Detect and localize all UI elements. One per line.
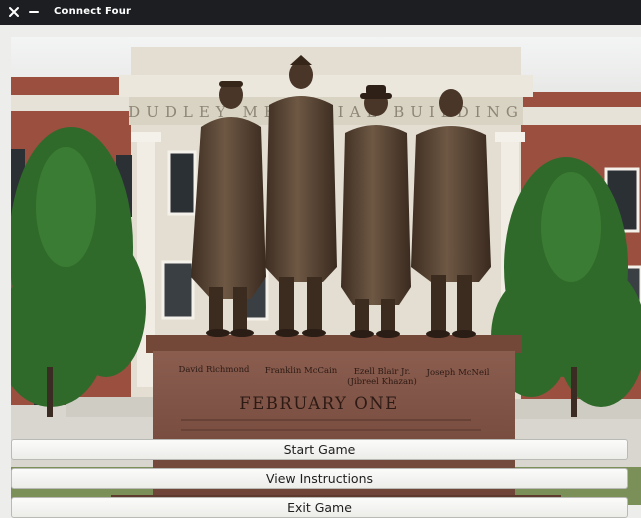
- close-icon[interactable]: [6, 4, 22, 20]
- window-body: DUDLEY MEMORIAL BUILDING: [0, 25, 641, 518]
- plaque-name-4: Joseph McNeil: [426, 368, 490, 378]
- plaque-name-1: David Richmond: [179, 365, 251, 375]
- exit-game-button[interactable]: Exit Game: [11, 497, 628, 518]
- view-instructions-button[interactable]: View Instructions: [11, 468, 628, 489]
- plaque-name-3: Ezell Blair Jr.: [354, 367, 411, 377]
- plaque-heading: FEBRUARY ONE: [239, 394, 398, 413]
- window-title: Connect Four: [54, 6, 132, 17]
- window-titlebar: Connect Four: [0, 0, 641, 25]
- plaque-name-3-alt: (Jibreel Khazan): [347, 376, 417, 387]
- minimize-icon[interactable]: [26, 4, 42, 20]
- start-game-button[interactable]: Start Game: [11, 439, 628, 460]
- plaque-name-2: Franklin McCain: [265, 366, 338, 376]
- background-photo: DUDLEY MEMORIAL BUILDING: [11, 37, 641, 505]
